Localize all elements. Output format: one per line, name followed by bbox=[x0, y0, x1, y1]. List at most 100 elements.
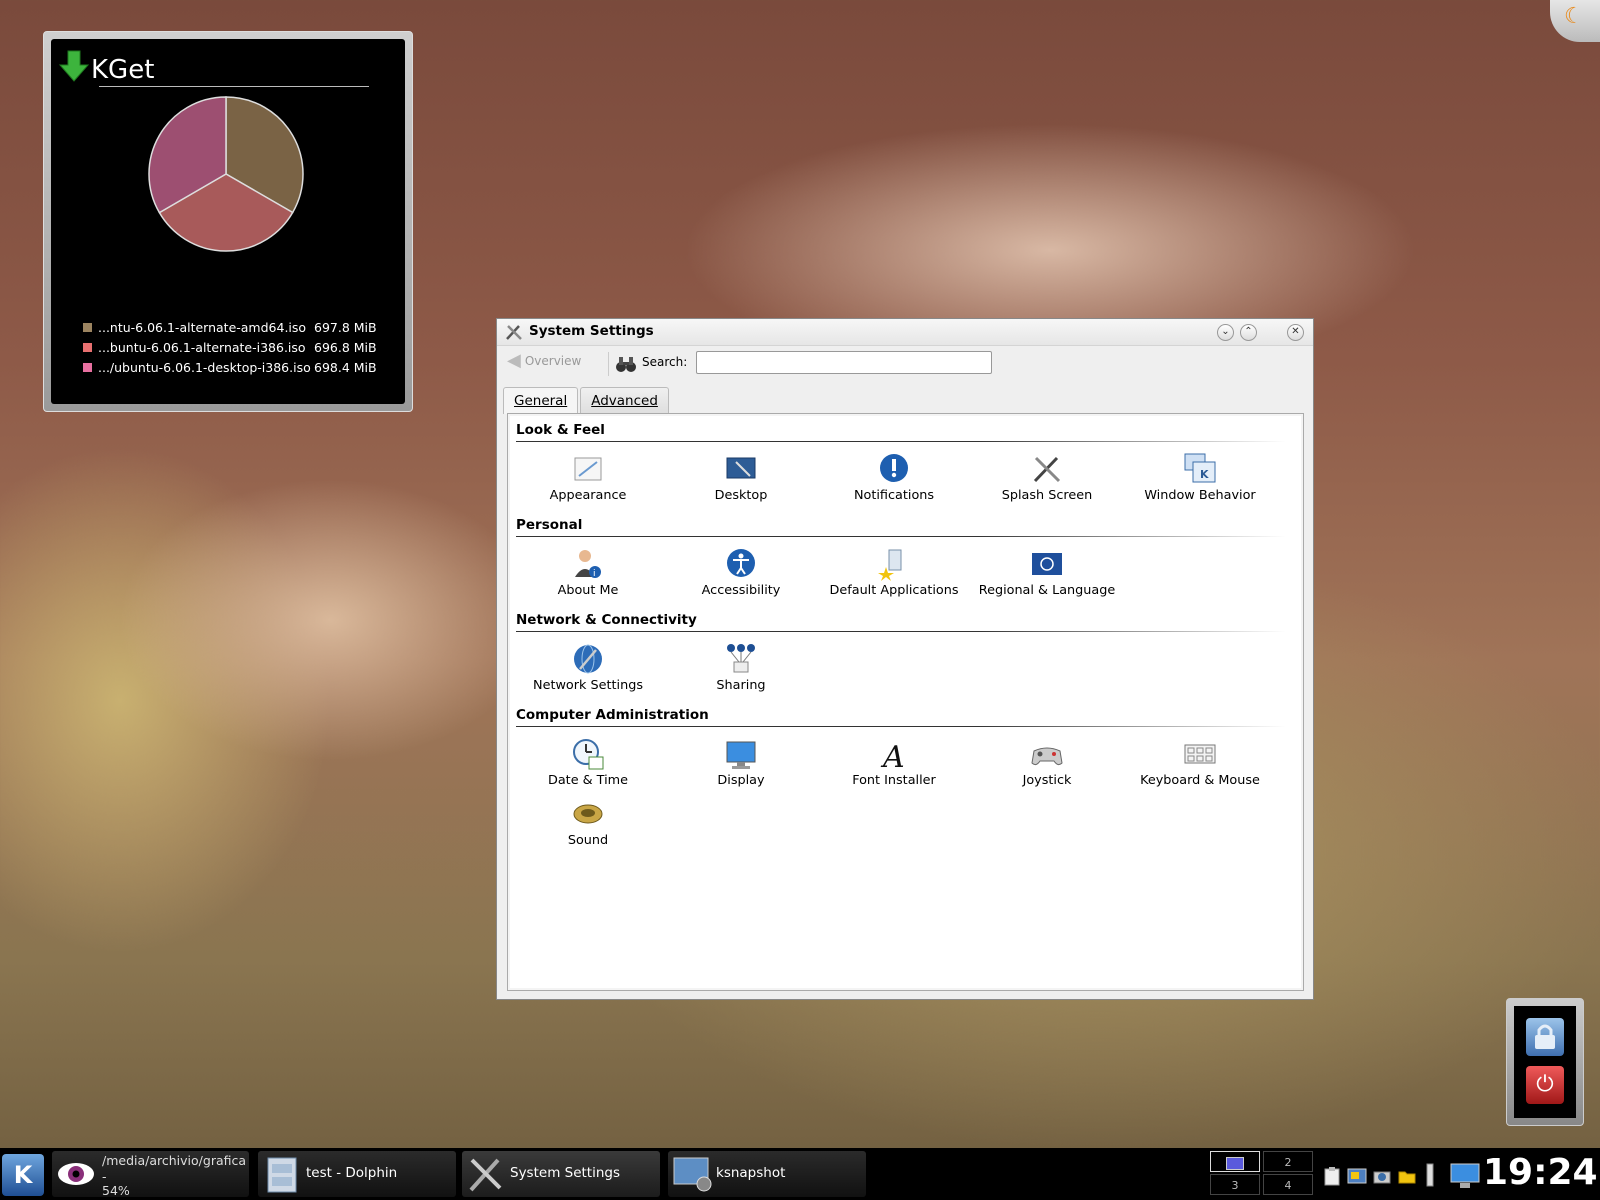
flag-icon bbox=[1032, 553, 1062, 575]
task-system-settings[interactable]: System Settings bbox=[462, 1151, 660, 1197]
module-window-behavior[interactable]: K Window Behavior bbox=[1125, 452, 1275, 503]
task-gwenview[interactable]: /media/archivio/grafica - 54% bbox=[52, 1151, 249, 1198]
download-name: .../ubuntu-6.06.1-desktop-i386.iso bbox=[98, 359, 311, 375]
module-desktop[interactable]: Desktop bbox=[666, 452, 816, 503]
computer-tray-icon[interactable] bbox=[1425, 1162, 1447, 1188]
maximize-button[interactable]: ⌃ bbox=[1240, 324, 1257, 341]
window-titlebar[interactable]: System Settings ⌄ ⌃ ✕ bbox=[497, 319, 1313, 346]
download-size: 697.8 MiB bbox=[314, 319, 377, 335]
tools-icon bbox=[469, 1158, 502, 1192]
module-font-installer[interactable]: A Font Installer bbox=[819, 737, 969, 788]
kget-legend-item: ...ntu-6.06.1-alternate-amd64.iso 697.8 … bbox=[83, 317, 377, 337]
module-label: Splash Screen bbox=[1001, 488, 1093, 503]
font-letter-a-icon: A bbox=[880, 740, 905, 771]
folder-tray-icon[interactable] bbox=[1397, 1166, 1417, 1186]
module-about-me[interactable]: i About Me bbox=[513, 547, 663, 598]
module-appearance[interactable]: Appearance bbox=[513, 452, 663, 503]
module-joystick[interactable]: Joystick bbox=[972, 737, 1122, 788]
kde-logo-icon: K bbox=[13, 1161, 33, 1189]
module-label: Desktop bbox=[714, 488, 768, 503]
module-label: Appearance bbox=[549, 488, 627, 503]
pager-desktop-4[interactable]: 4 bbox=[1263, 1174, 1313, 1195]
accessibility-icon bbox=[727, 549, 755, 577]
legend-swatch bbox=[83, 342, 92, 352]
pager-desktop-3[interactable]: 3 bbox=[1210, 1174, 1260, 1195]
module-sharing[interactable]: Sharing bbox=[666, 642, 816, 693]
module-splash-screen[interactable]: Splash Screen bbox=[972, 452, 1122, 503]
tab-advanced[interactable]: Advanced bbox=[580, 387, 669, 414]
svg-text:i: i bbox=[593, 569, 596, 579]
close-button[interactable]: ✕ bbox=[1287, 324, 1304, 341]
module-label: Network Settings bbox=[533, 678, 643, 693]
appearance-icon bbox=[574, 457, 602, 481]
kget-title: KGet bbox=[91, 55, 155, 85]
download-size: 698.4 MiB bbox=[314, 359, 377, 375]
section-title-network: Network & Connectivity bbox=[516, 612, 697, 628]
search-input[interactable] bbox=[696, 351, 992, 374]
module-label: Joystick bbox=[1022, 773, 1072, 788]
section-title-computer-administration: Computer Administration bbox=[516, 707, 709, 723]
section-rule bbox=[516, 726, 1286, 727]
window-title: System Settings bbox=[529, 323, 654, 339]
module-label: Sound bbox=[567, 833, 609, 848]
module-notifications[interactable]: Notifications bbox=[819, 452, 969, 503]
tab-general[interactable]: General bbox=[503, 387, 579, 414]
desktop-pager: 2 3 4 bbox=[1210, 1151, 1314, 1197]
lock-screen-button[interactable] bbox=[1526, 1018, 1564, 1056]
kget-pie-chart bbox=[148, 96, 304, 252]
show-desktop-icon[interactable] bbox=[1450, 1162, 1480, 1190]
taskbar: K /media/archivio/grafica - 54% test - D… bbox=[0, 1148, 1600, 1200]
module-label: Regional & Language bbox=[978, 583, 1116, 598]
module-date-time[interactable]: Date & Time bbox=[513, 737, 663, 788]
minimize-button[interactable]: ⌄ bbox=[1217, 324, 1234, 341]
module-label: Accessibility bbox=[701, 583, 781, 598]
module-keyboard-mouse[interactable]: Keyboard & Mouse bbox=[1125, 737, 1275, 788]
pager-desktop-1[interactable] bbox=[1210, 1151, 1260, 1172]
overview-label: Overview bbox=[524, 354, 582, 368]
camera-tray-icon[interactable] bbox=[1372, 1166, 1392, 1186]
pager-desktop-2[interactable]: 2 bbox=[1263, 1151, 1313, 1172]
about-me-icon: i bbox=[575, 550, 601, 579]
kget-legend: ...ntu-6.06.1-alternate-amd64.iso 697.8 … bbox=[83, 317, 377, 377]
tab-bar: General Advanced bbox=[503, 387, 671, 414]
module-label: Keyboard & Mouse bbox=[1140, 773, 1260, 788]
window-behavior-icon: K bbox=[1184, 453, 1216, 483]
sharing-icon bbox=[727, 644, 755, 673]
legend-swatch bbox=[83, 362, 92, 372]
task-sublabel: - bbox=[102, 1169, 107, 1184]
tools-icon bbox=[506, 325, 522, 340]
update-notifier-icon[interactable] bbox=[1347, 1166, 1367, 1186]
section-rule bbox=[516, 631, 1286, 632]
overview-button[interactable]: ◀ Overview bbox=[507, 352, 582, 370]
module-display[interactable]: Display bbox=[666, 737, 816, 788]
logout-button[interactable]: ⏻ bbox=[1526, 1066, 1564, 1104]
download-name: ...ntu-6.06.1-alternate-amd64.iso bbox=[98, 319, 307, 335]
eye-icon bbox=[58, 1163, 94, 1185]
task-dolphin[interactable]: test - Dolphin bbox=[258, 1151, 456, 1197]
module-label: Sharing bbox=[716, 678, 766, 693]
keyboard-icon bbox=[1184, 744, 1216, 764]
desktop-icon bbox=[726, 457, 756, 479]
module-network-settings[interactable]: Network Settings bbox=[513, 642, 663, 693]
digital-clock[interactable]: 19:24 bbox=[1483, 1152, 1598, 1193]
display-monitor-icon bbox=[726, 741, 756, 769]
system-settings-window: System Settings ⌄ ⌃ ✕ ◀ Overview Search:… bbox=[496, 318, 1314, 1000]
power-icon: ⏻ bbox=[1536, 1072, 1554, 1097]
module-accessibility[interactable]: Accessibility bbox=[666, 547, 816, 598]
legend-swatch bbox=[83, 322, 92, 332]
task-ksnapshot[interactable]: ksnapshot bbox=[668, 1151, 866, 1197]
kickoff-menu-button[interactable]: K bbox=[2, 1154, 44, 1196]
clipboard-icon[interactable] bbox=[1322, 1166, 1342, 1186]
default-applications-icon bbox=[878, 549, 902, 581]
task-progress: 54% bbox=[102, 1183, 130, 1198]
module-regional-language[interactable]: Regional & Language bbox=[972, 547, 1122, 598]
splash-screen-icon bbox=[1033, 456, 1061, 483]
svg-text:A: A bbox=[880, 740, 905, 771]
kget-legend-item: ...buntu-6.06.1-alternate-i386.iso 696.8… bbox=[83, 337, 377, 357]
download-size: 696.8 MiB bbox=[314, 339, 377, 355]
task-label: test - Dolphin bbox=[306, 1165, 398, 1181]
module-sound[interactable]: Sound bbox=[513, 797, 663, 848]
lock-logout-body: ⏻ bbox=[1514, 1006, 1576, 1118]
module-default-applications[interactable]: Default Applications bbox=[819, 547, 969, 598]
gamepad-icon bbox=[1031, 747, 1063, 766]
